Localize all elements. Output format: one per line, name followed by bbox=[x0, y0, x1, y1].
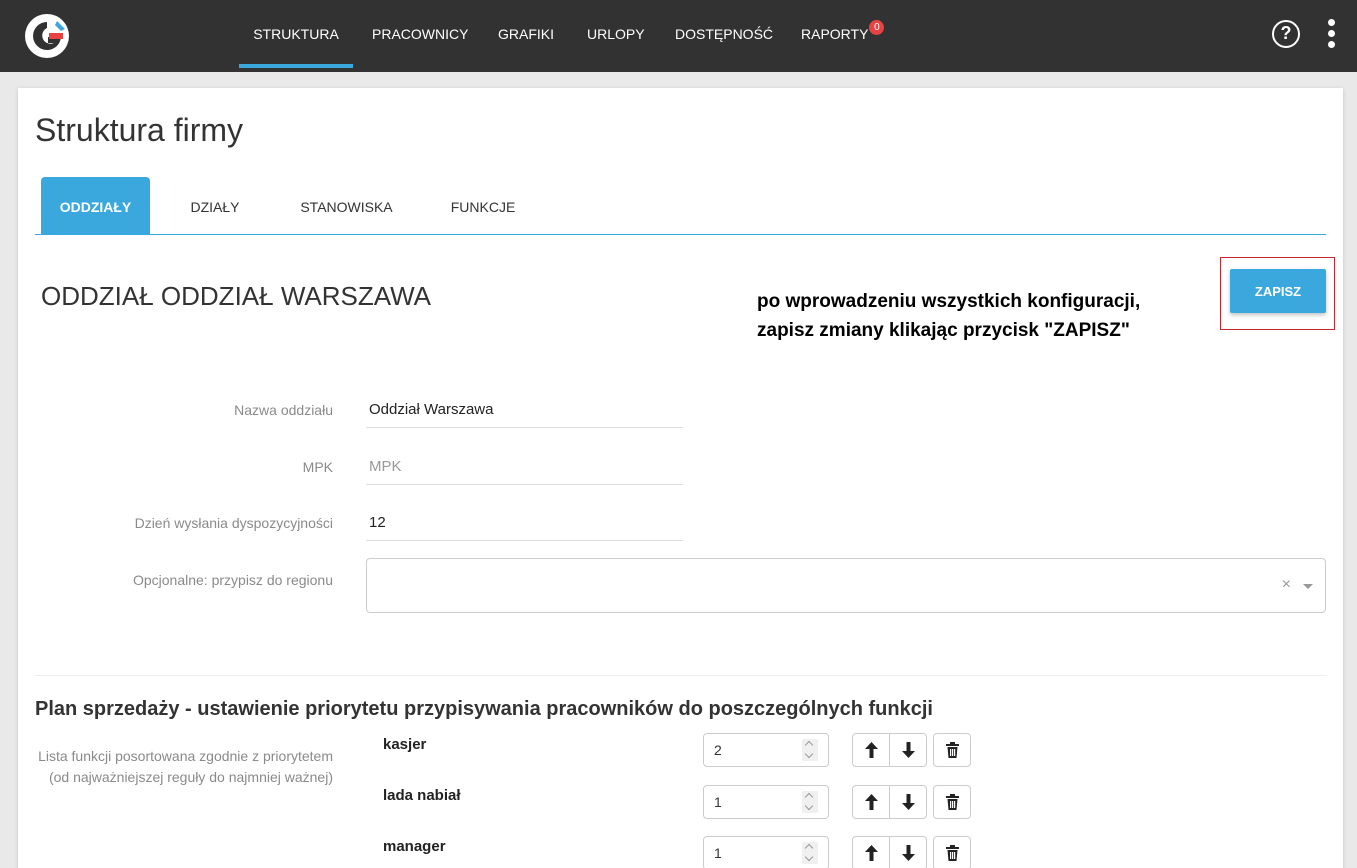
region-select[interactable]: × bbox=[366, 558, 1326, 613]
nav-item-struktura[interactable]: STRUKTURA bbox=[239, 0, 353, 68]
arrow-down-icon bbox=[902, 794, 915, 810]
function-name: lada nabiał bbox=[383, 787, 461, 804]
nav-item-pracownicy[interactable]: PRACOWNICY bbox=[372, 0, 468, 68]
number-spinner[interactable] bbox=[802, 842, 818, 864]
tab-bar: ODDZIAŁY DZIAŁY STANOWISKA FUNKCJE bbox=[35, 177, 1326, 235]
priority-number-input[interactable]: 2 bbox=[703, 733, 829, 767]
reorder-button-group bbox=[852, 785, 927, 819]
trash-icon bbox=[946, 794, 959, 810]
function-name: kasjer bbox=[383, 736, 427, 753]
priority-value: 1 bbox=[714, 794, 722, 810]
notification-badge: 0 bbox=[869, 20, 885, 35]
section-title: ODDZIAŁ ODDZIAŁ WARSZAWA bbox=[41, 281, 432, 311]
function-name: manager bbox=[383, 838, 446, 855]
instruction-annotation: po wprowadzeniu wszystkich konfiguracji,… bbox=[757, 291, 1141, 341]
tab-oddzialy[interactable]: ODDZIAŁY bbox=[41, 177, 150, 234]
priority-number-input[interactable]: 1 bbox=[703, 785, 829, 819]
branch-name-label: Nazwa oddziału bbox=[234, 402, 333, 418]
trash-icon bbox=[946, 742, 959, 758]
app-logo[interactable] bbox=[24, 13, 70, 59]
chevron-down-icon[interactable] bbox=[1303, 584, 1313, 589]
arrow-down-icon bbox=[902, 742, 915, 758]
trash-icon bbox=[946, 845, 959, 861]
nav-item-raporty[interactable]: RAPORTY 0 bbox=[801, 0, 885, 68]
tab-funkcje[interactable]: FUNKCJE bbox=[439, 177, 527, 234]
divider bbox=[35, 675, 1326, 676]
save-button[interactable]: ZAPISZ bbox=[1230, 269, 1326, 313]
number-spinner[interactable] bbox=[802, 791, 818, 813]
tab-stanowiska[interactable]: STANOWISKA bbox=[289, 177, 404, 234]
help-icon[interactable]: ? bbox=[1272, 20, 1300, 48]
page-title: Struktura firmy bbox=[35, 112, 244, 148]
region-label: Opcjonalne: przypisz do regionu bbox=[132, 572, 333, 588]
move-down-button[interactable] bbox=[890, 837, 927, 868]
branch-name-input[interactable] bbox=[366, 392, 683, 428]
dispatch-day-label: Dzień wysłania dyspozycyjności bbox=[134, 515, 333, 531]
sales-plan-description: Lista funkcji posortowana zgodnie z prio… bbox=[38, 748, 333, 785]
delete-button[interactable] bbox=[933, 836, 971, 868]
move-down-button[interactable] bbox=[890, 786, 927, 818]
delete-button[interactable] bbox=[933, 733, 971, 767]
nav-item-raporty-label: RAPORTY bbox=[801, 26, 869, 42]
more-menu-icon[interactable] bbox=[1324, 19, 1338, 49]
number-spinner[interactable] bbox=[802, 739, 818, 761]
priority-value: 1 bbox=[714, 845, 722, 861]
arrow-up-icon bbox=[865, 845, 878, 861]
top-navigation-bar: STRUKTURA PRACOWNICY GRAFIKI URLOPY DOST… bbox=[0, 0, 1357, 72]
priority-number-input[interactable]: 1 bbox=[703, 836, 829, 868]
move-down-button[interactable] bbox=[890, 734, 927, 766]
arrow-down-icon bbox=[902, 845, 915, 861]
arrow-up-icon bbox=[865, 794, 878, 810]
main-card: Struktura firmy ODDZIAŁY DZIAŁY STANOWIS… bbox=[18, 88, 1343, 868]
dispatch-day-input[interactable] bbox=[366, 505, 683, 541]
priority-value: 2 bbox=[714, 742, 722, 758]
move-up-button[interactable] bbox=[853, 734, 890, 766]
clear-icon[interactable]: × bbox=[1282, 576, 1291, 594]
sales-plan-title: Plan sprzedaży - ustawienie priorytetu p… bbox=[35, 698, 933, 720]
move-up-button[interactable] bbox=[853, 837, 890, 868]
mpk-label: MPK bbox=[302, 459, 333, 475]
delete-button[interactable] bbox=[933, 785, 971, 819]
reorder-button-group bbox=[852, 733, 927, 767]
nav-item-grafiki[interactable]: GRAFIKI bbox=[498, 0, 554, 68]
arrow-up-icon bbox=[865, 742, 878, 758]
nav-item-dostepnosc[interactable]: DOSTĘPNOŚĆ bbox=[675, 0, 773, 68]
reorder-button-group bbox=[852, 836, 927, 868]
nav-item-urlopy[interactable]: URLOPY bbox=[587, 0, 645, 68]
move-up-button[interactable] bbox=[853, 786, 890, 818]
tab-dzialy[interactable]: DZIAŁY bbox=[180, 177, 250, 234]
mpk-input[interactable] bbox=[366, 449, 683, 485]
